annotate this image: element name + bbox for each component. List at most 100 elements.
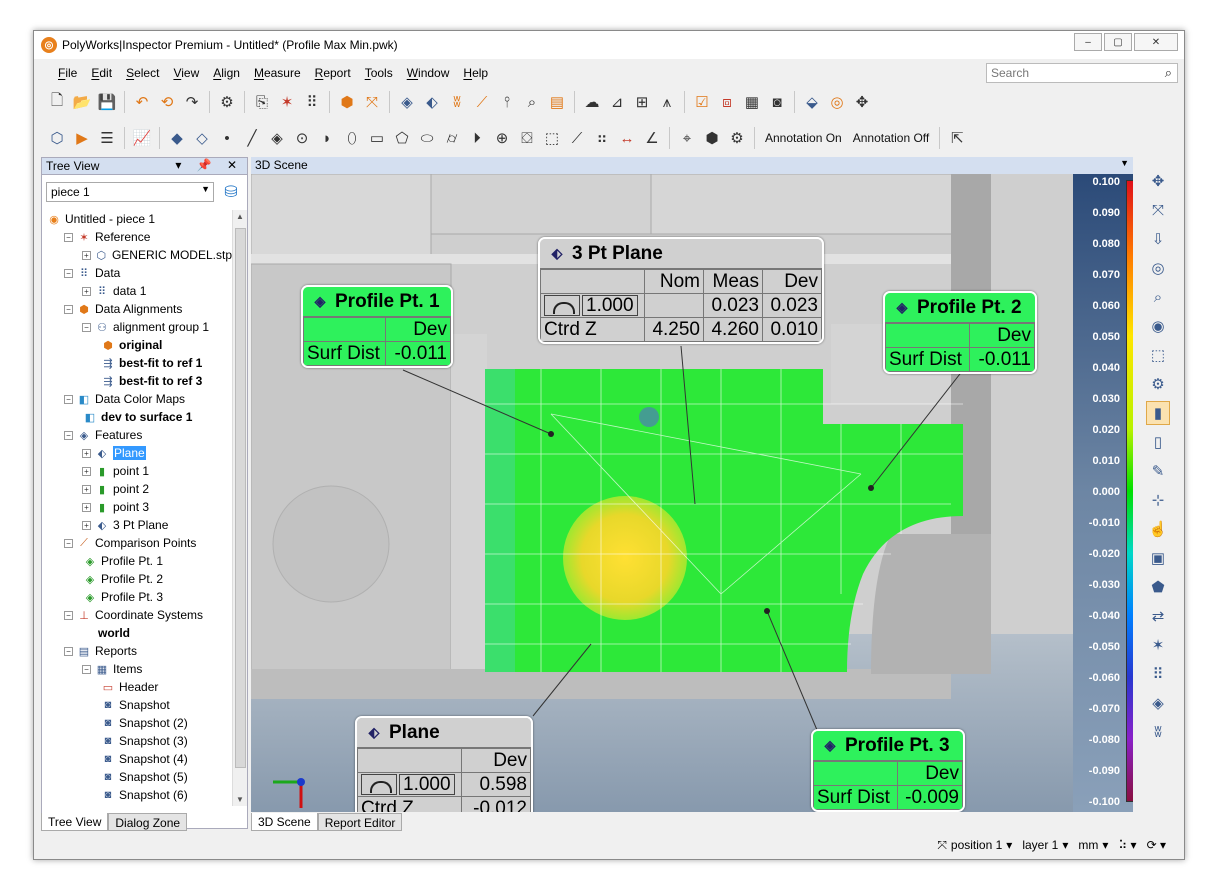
tree-item[interactable]: + ⠿ data 1 bbox=[42, 282, 232, 300]
data-tool-icon[interactable]: ⠿ bbox=[301, 91, 323, 113]
feature-torus-icon[interactable]: ⛋ bbox=[516, 127, 538, 149]
tree-item[interactable]: ◈ Profile Pt. 1 bbox=[42, 552, 232, 570]
probe-tool-icon[interactable]: ⟋ bbox=[471, 91, 493, 113]
search-input[interactable]: Search ⌕ bbox=[986, 63, 1178, 83]
crosshair-icon[interactable]: ⌖ bbox=[676, 127, 698, 149]
sequence-icon[interactable]: ☰ bbox=[96, 127, 118, 149]
feature-rect-icon[interactable]: ▭ bbox=[366, 127, 388, 149]
wrench-icon[interactable]: ✎ bbox=[1146, 459, 1170, 483]
annotation-profile-pt-1[interactable]: ◈ Profile Pt. 1 Dev Surf Dist -0.011 bbox=[301, 285, 453, 368]
scroll-thumb[interactable] bbox=[235, 228, 246, 768]
swap-icon[interactable]: ⇄ bbox=[1146, 604, 1170, 628]
feature-polygon-icon[interactable]: ⬠ bbox=[391, 127, 413, 149]
expand-icon[interactable]: + bbox=[82, 286, 91, 296]
gauge-tool-icon[interactable]: ⊞ bbox=[631, 91, 653, 113]
redo-icon[interactable]: ↷ bbox=[181, 91, 203, 113]
export-icon[interactable]: ⇱ bbox=[946, 127, 968, 149]
menu-align[interactable]: Align bbox=[213, 66, 240, 80]
expand-icon[interactable]: + bbox=[82, 448, 91, 458]
tab-tree-view[interactable]: Tree View bbox=[41, 813, 109, 831]
menu-window[interactable]: Window bbox=[407, 66, 450, 80]
render-settings-icon[interactable]: ⚙ bbox=[1146, 372, 1170, 396]
tree-item[interactable]: + ▮ point 1 bbox=[42, 462, 232, 480]
tree-item[interactable]: ◈ Profile Pt. 2 bbox=[42, 570, 232, 588]
maximize-button[interactable]: ▢ bbox=[1104, 33, 1132, 51]
comparison-tool-icon[interactable]: ʬ bbox=[446, 91, 468, 113]
visibility-ref-icon[interactable]: ✶ bbox=[1146, 633, 1170, 657]
collapse-icon[interactable]: − bbox=[64, 304, 73, 314]
feature-circle-icon[interactable]: ⊙ bbox=[291, 127, 313, 149]
collapse-icon[interactable]: − bbox=[64, 268, 73, 278]
minimize-button[interactable]: – bbox=[1074, 33, 1102, 51]
align-dropdown-icon[interactable]: ⤧ bbox=[361, 91, 383, 113]
camera-icon[interactable]: ◙ bbox=[766, 91, 788, 113]
save-icon[interactable]: 💾 bbox=[96, 91, 118, 113]
mode-icon[interactable]: ⬡ bbox=[46, 127, 68, 149]
feature-plane2-icon[interactable]: ◈ bbox=[266, 127, 288, 149]
tree-item[interactable]: − ⬢ Data Alignments bbox=[42, 300, 232, 318]
select-view-icon[interactable]: ⌕ bbox=[1146, 285, 1170, 309]
checklist-icon[interactable]: ☑ bbox=[691, 91, 713, 113]
clip-icon[interactable]: ▣ bbox=[1146, 546, 1170, 570]
tree-item[interactable]: − ⚇ alignment group 1 bbox=[42, 318, 232, 336]
3d-scene-viewport[interactable]: ◈ Profile Pt. 1 Dev Surf Dist -0.011 ◈ Prof… bbox=[251, 174, 1133, 812]
feature-line-icon[interactable]: ╱ bbox=[241, 127, 263, 149]
open-folder-icon[interactable]: 📂 bbox=[71, 91, 93, 113]
feature-slot-icon[interactable]: ⬯ bbox=[341, 127, 363, 149]
tree-item[interactable]: − ▤ Reports bbox=[42, 642, 232, 660]
tree-item[interactable]: ◙ Snapshot (2) bbox=[42, 714, 232, 732]
expand-icon[interactable]: + bbox=[82, 502, 91, 512]
tree-item[interactable]: + ▮ point 2 bbox=[42, 480, 232, 498]
section-tool-icon[interactable]: ⊿ bbox=[606, 91, 628, 113]
alignment-tool-icon[interactable]: ⬢ bbox=[336, 91, 358, 113]
scroll-down-icon[interactable]: ▼ bbox=[236, 795, 244, 804]
tree-item[interactable]: ◙ Snapshot (6) bbox=[42, 786, 232, 804]
play-icon[interactable]: ▶ bbox=[71, 127, 93, 149]
tree-item[interactable]: ◈ Profile Pt. 3 bbox=[42, 588, 232, 606]
tree-item[interactable]: − ◈ Features bbox=[42, 426, 232, 444]
collapse-icon[interactable]: − bbox=[82, 322, 91, 332]
refresh-icon[interactable]: ⟳ ▾ bbox=[1147, 838, 1166, 852]
cloud-tool-icon[interactable]: ☁ bbox=[581, 91, 603, 113]
layer-selector[interactable]: layer 1 ▾ bbox=[1022, 838, 1068, 852]
annotation-move-icon[interactable]: ⊹ bbox=[1146, 488, 1170, 512]
feature-plane-icon[interactable]: ◆ bbox=[166, 127, 188, 149]
scroll-up-icon[interactable]: ▲ bbox=[236, 212, 244, 221]
collapse-icon[interactable]: − bbox=[82, 664, 91, 674]
shape-icon[interactable]: ⬟ bbox=[1146, 575, 1170, 599]
zoom-target-icon[interactable]: ◎ bbox=[1146, 256, 1170, 280]
collapse-icon[interactable]: − bbox=[64, 610, 73, 620]
reference-tool-icon[interactable]: ✶ bbox=[276, 91, 298, 113]
menu-select[interactable]: Select bbox=[126, 66, 159, 80]
chevron-down-icon[interactable]: ▼ bbox=[1120, 158, 1129, 168]
tree-item[interactable]: ⇶ best-fit to ref 3 bbox=[42, 372, 232, 390]
tab-dialog-zone[interactable]: Dialog Zone bbox=[108, 813, 188, 831]
tree-item[interactable]: ◙ Snapshot bbox=[42, 696, 232, 714]
units-selector[interactable]: mm ▾ bbox=[1078, 838, 1108, 852]
feature-grid-icon[interactable]: ⠶ bbox=[591, 127, 613, 149]
snap-icon[interactable]: ⠵ ▾ bbox=[1118, 838, 1136, 852]
tree-item[interactable]: − ⊥ Coordinate Systems bbox=[42, 606, 232, 624]
tree-item[interactable]: − ▦ Items bbox=[42, 660, 232, 678]
annotation-3pt-plane[interactable]: ⬖ 3 Pt Plane Nom Meas Dev 1.000 0.023 0.023 C… bbox=[538, 237, 824, 344]
tree-item[interactable]: ◙ Snapshot (5) bbox=[42, 768, 232, 786]
tree-item[interactable]: + ⬖ Plane bbox=[42, 444, 232, 462]
collapse-icon[interactable]: − bbox=[64, 646, 73, 656]
settings-group-icon[interactable]: ⚙ bbox=[726, 127, 748, 149]
menu-report[interactable]: Report bbox=[315, 66, 351, 80]
piece-manager-icon[interactable]: ⛁ bbox=[220, 181, 242, 203]
undo-history-icon[interactable]: ⟲ bbox=[156, 91, 178, 113]
annotation-profile-pt-3[interactable]: ◈ Profile Pt. 3 Dev Surf Dist -0.009 bbox=[811, 729, 965, 812]
annotation-on-button[interactable]: Annotation On bbox=[765, 131, 842, 145]
tree-item[interactable]: − ⟋ Comparison Points bbox=[42, 534, 232, 552]
undo-icon[interactable]: ↶ bbox=[131, 91, 153, 113]
expand-icon[interactable]: + bbox=[82, 484, 91, 494]
tab-report-editor[interactable]: Report Editor bbox=[317, 813, 403, 831]
pointer-icon[interactable]: ☝ bbox=[1146, 517, 1170, 541]
piece-selector[interactable]: piece 1 ▼ bbox=[46, 182, 214, 202]
chart-icon[interactable]: 📈 bbox=[131, 127, 153, 149]
menu-edit[interactable]: Edit bbox=[91, 66, 112, 80]
menu-view[interactable]: View bbox=[173, 66, 199, 80]
expand-icon[interactable]: + bbox=[82, 520, 91, 530]
annotation-off-button[interactable]: Annotation Off bbox=[853, 131, 930, 145]
